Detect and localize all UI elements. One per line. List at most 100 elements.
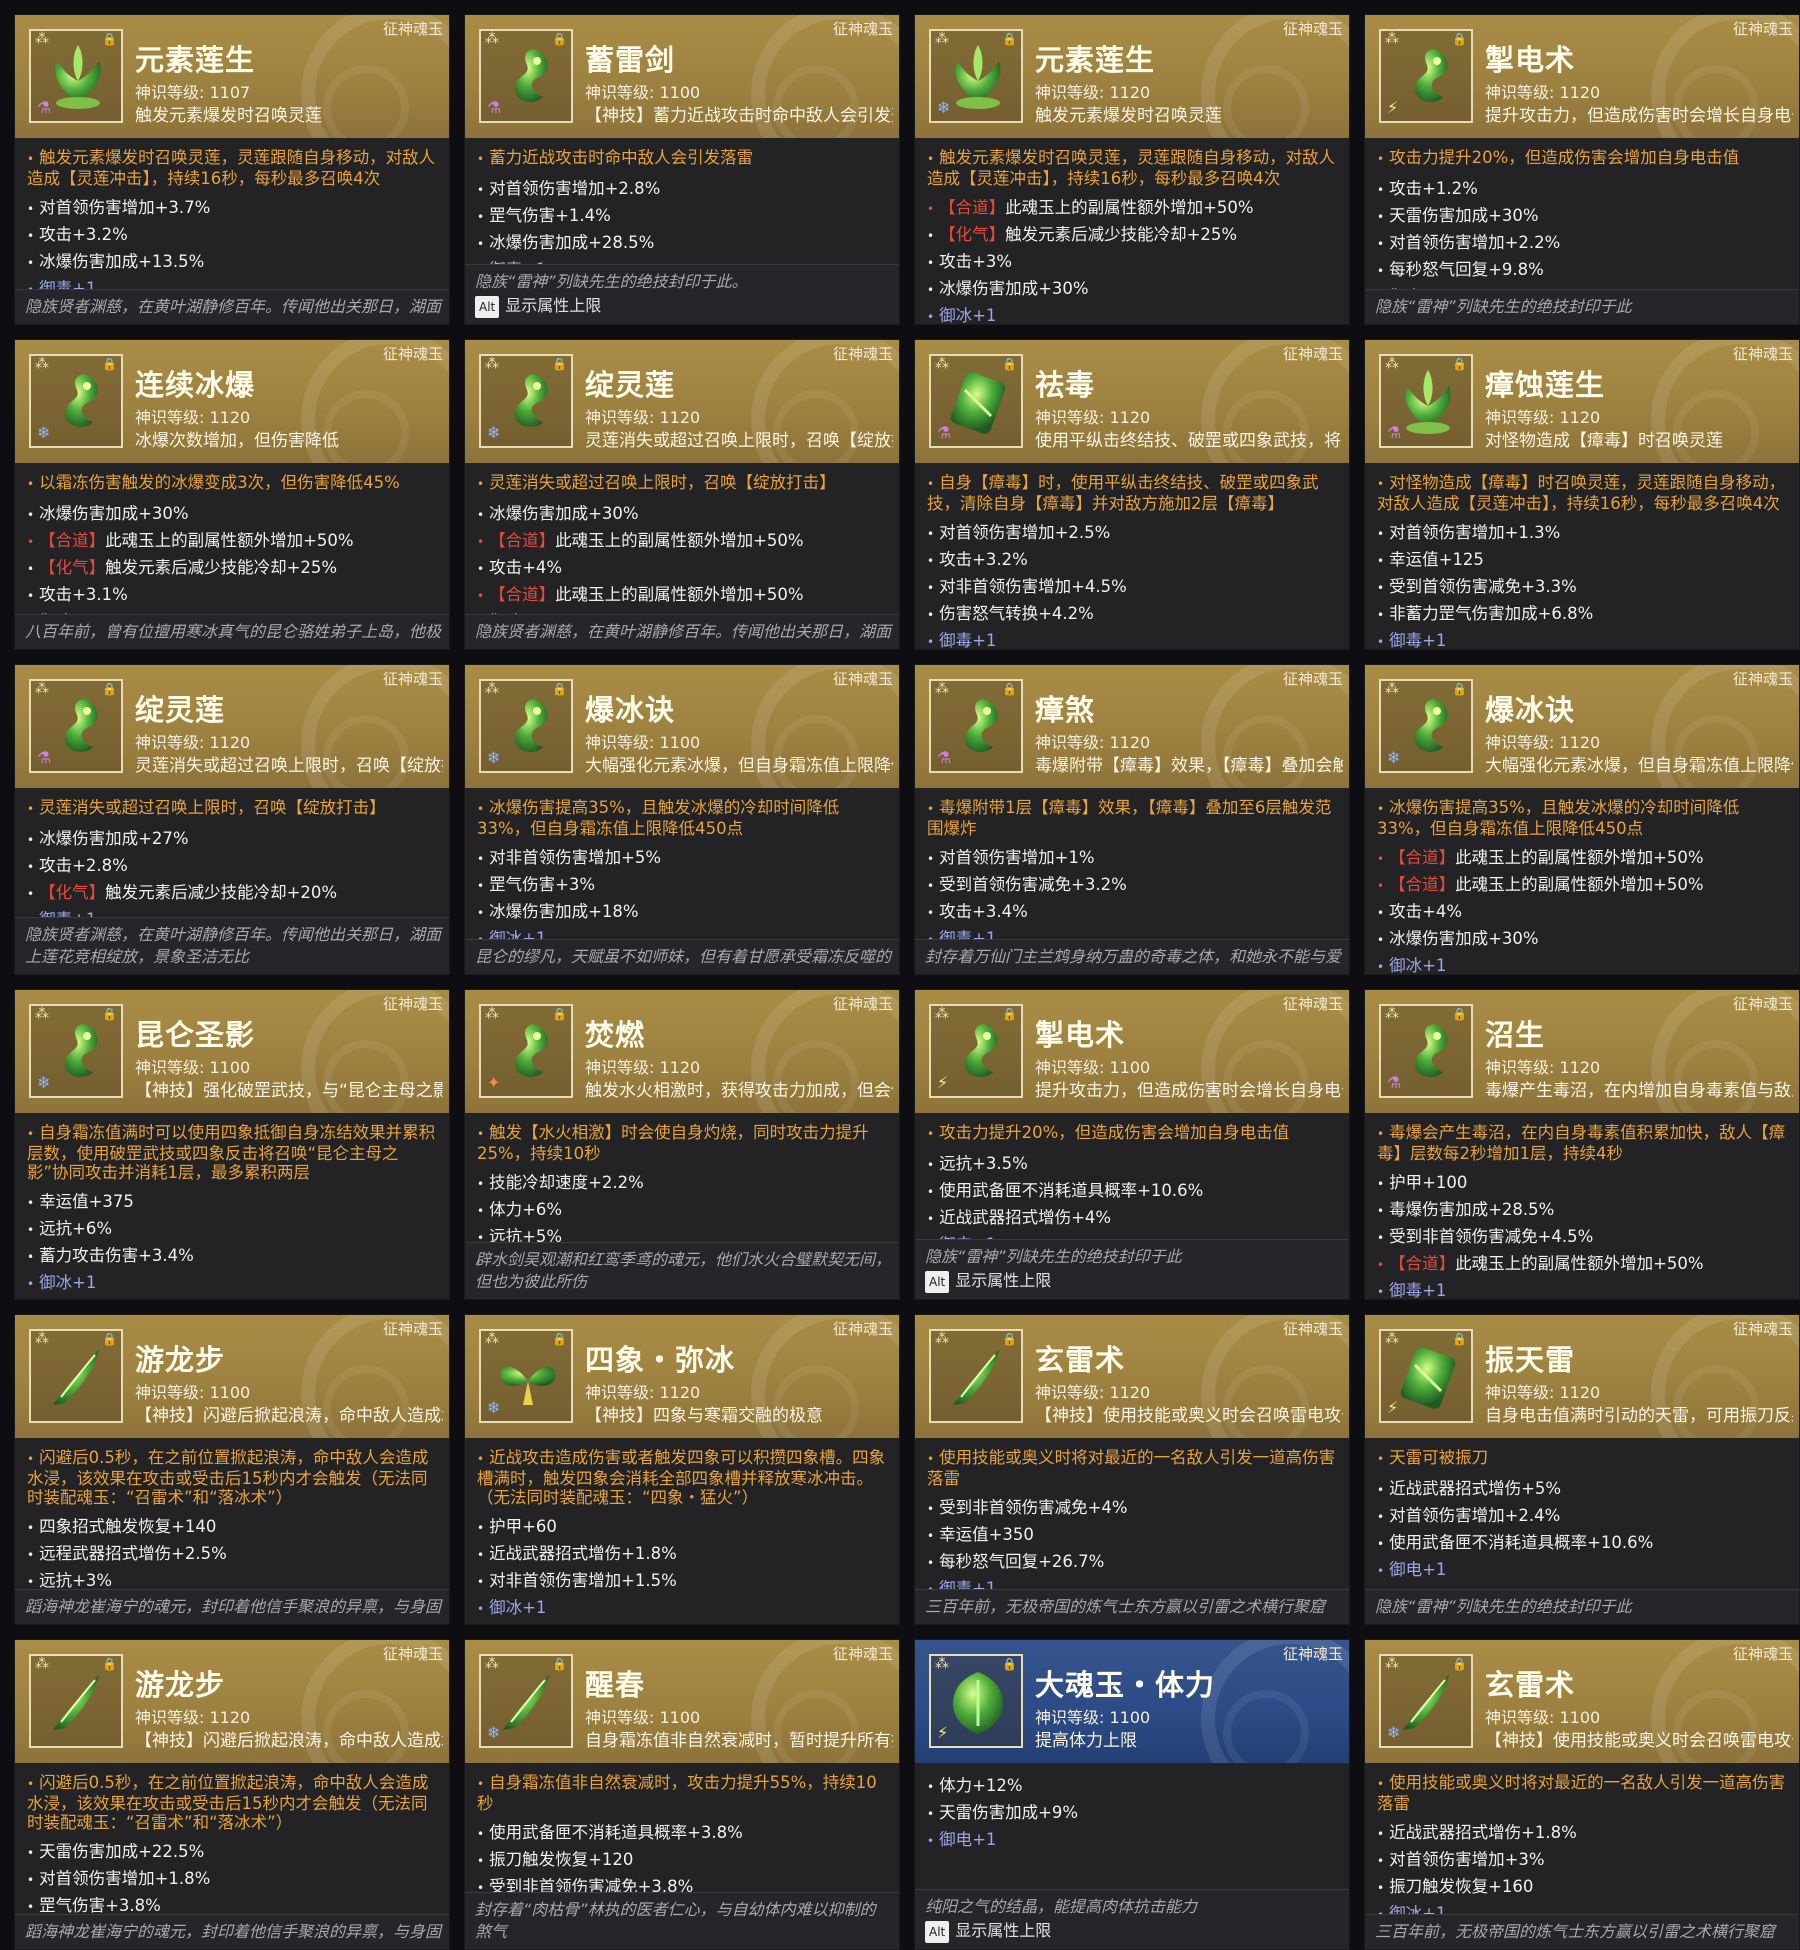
card-header: 征神魂玉 ⁂ 🔒 ❄ 爆冰诀 神识等级: 1100 大幅强化元素冰爆，但自身霜冻值上限降低 — [465, 665, 899, 788]
item-icon-frame[interactable]: ⁂ 🔒 ⚡ — [929, 1654, 1023, 1748]
bullet-icon: • — [477, 562, 485, 576]
thunder-element-icon: ⚡ — [1387, 98, 1399, 117]
main-effect-text: 毒爆附带1层【瘴毒】效果，【瘴毒】叠加至6层触发范围爆炸 — [927, 798, 1332, 838]
stat-text: 对首领伤害增加+1% — [939, 848, 1095, 867]
bullet-icon: • — [477, 477, 485, 491]
lore-text: 但也为彼此所伤 — [475, 1272, 588, 1291]
soul-jade-card[interactable]: 征神魂玉 ⁂ 🔒 ❄ 连续冰爆 神识等级: 1120 冰爆次数增加，但伤害降低 • 以霜冻伤害触… — [14, 339, 450, 650]
item-icon-frame[interactable]: ⁂ 🔒 ⚡ — [1379, 1329, 1473, 1423]
lore-footer: 纯阳之气的结晶，能提高肉体抗击能力 Alt 显示属性上限 — [915, 1889, 1349, 1949]
item-level: 神识等级: 1120 — [585, 1058, 701, 1077]
soul-jade-card[interactable]: 征神魂玉 ⁂ 🔒 ❄ 爆冰诀 神识等级: 1120 大幅强化元素冰爆，但自身霜冻值上限降低 •… — [1364, 664, 1800, 975]
category-tag: 征神魂玉 — [832, 345, 893, 363]
soul-jade-card[interactable]: 征神魂玉 ⁂🔒⚗ 瘴煞神识等级: 1120 毒爆附带【瘴毒】效果，【瘴毒】叠加会触发范… — [914, 664, 1350, 975]
soul-jade-card[interactable]: 征神魂玉 ⁂ 🔒 ❄ 四象・弥冰 神识等级: 1120 【神技】四象与寒霜交融的极意 • 近战攻… — [464, 1314, 900, 1625]
soul-jade-card[interactable]: 征神魂玉 ⁂ 🔒 游龙步 神识等级: 1100 【神技】闪避后掀起浪涛，命中敌人造成水浸 •… — [14, 1314, 450, 1625]
item-level: 神识等级: 1120 — [1485, 408, 1601, 427]
stat-line: • 护甲+60 — [477, 1514, 887, 1541]
card-body: • 灵莲消失或超过召唤上限时，召唤【绽放打击】 • 冰爆伤害加成+30% • 【合道】此魂… — [465, 463, 899, 636]
bullet-icon: • — [1377, 554, 1385, 568]
soul-jade-card[interactable]: 征神魂玉 ⁂🔒 玄雷术神识等级: 1120 【神技】使用技能或奥义时会召唤雷电攻击敌人… — [914, 1314, 1350, 1625]
soul-jade-card[interactable]: 征神魂玉 ⁂ 🔒 ⚡ 掣电术 神识等级: 1100 提升攻击力，但造成伤害时会增长自身电击值… — [914, 989, 1350, 1300]
soul-jade-card[interactable]: 征神魂玉 ⁂🔒⚡ 振天雷神识等级: 1120 自身电击值满时引动的天雷，可用振刀反射出… — [1364, 1314, 1800, 1625]
item-icon-frame[interactable]: ⁂ 🔒 ⚗ — [29, 29, 123, 123]
main-effect-text: 蓄力近战攻击时命中敌人会引发落雷 — [489, 148, 754, 167]
item-icon-frame[interactable]: ⁂ 🔒 ⚗ — [1379, 1004, 1473, 1098]
soul-jade-card[interactable]: 征神魂玉 ⁂🔒❄ 醒春神识等级: 1100 自身霜冻值非自然衰减时，暂时提升所有打击伤… — [464, 1639, 900, 1950]
category-tag: 征神魂玉 — [1732, 1320, 1793, 1338]
item-name: 绽灵莲 — [585, 368, 676, 402]
lore-text: 蹈海神龙崔海宁的魂元，封印着他信手聚浪的异禀，与身固 — [25, 1922, 442, 1941]
stat-text: 振刀触发恢复+160 — [1389, 1877, 1534, 1896]
item-icon-frame[interactable]: ⁂ 🔒 — [29, 1329, 123, 1423]
soul-jade-card[interactable]: 征神魂玉 ⁂ 🔒 ⚡ 大魂玉・体力 神识等级: 1100 提高体力上限 • 体力+12% • 天雷伤… — [914, 1639, 1350, 1950]
bullet-icon: • — [27, 1777, 35, 1791]
soul-jade-card[interactable]: 征神魂玉 ⁂ 🔒 ❄ 元素莲生 神识等级: 1120 触发元素爆发时召唤灵莲 • 触发元素爆发时… — [914, 14, 1350, 325]
item-icon-frame[interactable]: ⁂ 🔒 ✦ — [479, 1004, 573, 1098]
card-body: • 毒爆附带1层【瘴毒】效果，【瘴毒】叠加至6层触发范围爆炸 • 对首领伤害增加+1%… — [915, 788, 1349, 953]
lore-text: 辟水剑吴观潮和红鸾季鸢的魂元，他们水火合璧默契无间， — [475, 1250, 892, 1269]
bullet-icon: • — [477, 1452, 485, 1466]
stat-line: • 对首领伤害增加+2.5% — [927, 520, 1337, 547]
item-icon-frame[interactable]: ⁂ 🔒 ❄ — [479, 1654, 573, 1748]
show-stat-cap-hint[interactable]: Alt 显示属性上限 — [925, 1920, 1339, 1943]
item-icon-frame[interactable]: ⁂ 🔒 ⚗ — [29, 679, 123, 773]
stat-text: 幸运值+350 — [939, 1525, 1034, 1544]
stat-line: • 冰爆伤害加成+28.5% — [477, 230, 887, 257]
stat-text: 此魂玉上的副属性额外增加+50% — [1455, 875, 1704, 894]
item-icon-frame[interactable]: ⁂ 🔒 ❄ — [29, 354, 123, 448]
stat-text: 毒爆伤害加成+28.5% — [1389, 1200, 1555, 1219]
soul-jade-card[interactable]: 征神魂玉 ⁂🔒✦ 焚燃神识等级: 1120 触发水火相激时，获得攻击力加成，但会使自身… — [464, 989, 900, 1300]
item-icon-frame[interactable]: ⁂ 🔒 ⚗ — [929, 354, 1023, 448]
soul-jade-card[interactable]: 征神魂玉 ⁂🔒⚗ 祛毒神识等级: 1120 使用平纵击终结技、破罡或四象武技，将自身【… — [914, 339, 1350, 650]
item-icon-frame[interactable]: ⁂ 🔒 ❄ — [479, 1329, 573, 1423]
soul-jade-card[interactable]: 征神魂玉 ⁂ 🔒 ⚡ 掣电术 神识等级: 1120 提升攻击力，但造成伤害时会增长自身电击值… — [1364, 14, 1800, 325]
show-stat-cap-hint[interactable]: Alt 显示属性上限 — [475, 295, 889, 318]
item-icon-frame[interactable]: ⁂ 🔒 ⚗ — [929, 679, 1023, 773]
card-header: 征神魂玉 ⁂ 🔒 游龙步 神识等级: 1120 【神技】闪避后掀起浪涛，命中敌人造成水浸 — [15, 1640, 449, 1763]
show-stat-cap-hint[interactable]: Alt 显示属性上限 — [925, 1270, 1339, 1293]
category-tag: 征神魂玉 — [1732, 20, 1793, 38]
soul-jade-card[interactable]: 征神魂玉 ⁂ 🔒 ❄ 爆冰诀 神识等级: 1100 大幅强化元素冰爆，但自身霜冻值上限降低 •… — [464, 664, 900, 975]
card-body: • 闪避后0.5秒，在之前位置掀起浪涛，命中敌人会造成水浸，该效果在攻击或受击后1… — [15, 1763, 449, 1920]
item-icon-frame[interactable]: ⁂ 🔒 ❄ — [479, 354, 573, 448]
soul-jade-card[interactable]: 征神魂玉 ⁂ 🔒 ⚗ 蓄雷剑 神识等级: 1100 【神技】蓄力近战攻击时命中敌人会引发落雷… — [464, 14, 900, 325]
bullet-icon: • — [1377, 1827, 1385, 1841]
soul-jade-card[interactable]: 征神魂玉 ⁂ 🔒 ⚗ 瘴蚀莲生 神识等级: 1120 对怪物造成【瘴毒】时召唤灵莲 • 对怪物造… — [1364, 339, 1800, 650]
item-icon-frame[interactable]: ⁂ 🔒 ⚗ — [479, 29, 573, 123]
bullet-icon: • — [1377, 152, 1385, 166]
bullet-icon: • — [477, 1854, 485, 1868]
item-icon-frame[interactable]: ⁂ 🔒 ⚡ — [1379, 29, 1473, 123]
item-icon-frame[interactable]: ⁂ 🔒 ⚗ — [1379, 354, 1473, 448]
soul-jade-card[interactable]: 征神魂玉 ⁂🔒❄ 玄雷术神识等级: 1100 【神技】使用技能或奥义时会召唤雷电攻击敌… — [1364, 1639, 1800, 1950]
soul-jade-card[interactable]: 征神魂玉 ⁂ 🔒 ⚗ 元素莲生 神识等级: 1107 触发元素爆发时召唤灵莲 • 触发元素爆发时… — [14, 14, 450, 325]
stat-line: • 近战武器招式增伤+5% — [1377, 1476, 1787, 1503]
soul-jade-card[interactable]: 征神魂玉 ⁂🔒❄ 绽灵莲神识等级: 1120 灵莲消失或超过召唤上限时，召唤【绽放打击… — [464, 339, 900, 650]
bullet-icon: • — [477, 589, 485, 603]
stat-line: • 天雷伤害加成+22.5% — [27, 1839, 437, 1866]
lore-text: 八百年前，曾有位擅用寒冰真气的昆仑骆姓弟子上岛，他极 — [25, 622, 442, 641]
soul-jade-card[interactable]: 征神魂玉 ⁂🔒⚗ 沼生神识等级: 1120 毒爆产生毒沼，在内增加自身毒素值与敌人【瘴… — [1364, 989, 1800, 1300]
stat-line: • 幸运值+375 — [27, 1189, 437, 1216]
category-tag: 征神魂玉 — [382, 1645, 443, 1663]
item-icon-frame[interactable]: ⁂ 🔒 — [29, 1654, 123, 1748]
item-icon-frame[interactable]: ⁂ 🔒 ❄ — [479, 679, 573, 773]
soul-jade-card[interactable]: 征神魂玉 ⁂🔒❄ 昆仑圣影神识等级: 1100 【神技】强化破罡武技，与“昆仑主母之影… — [14, 989, 450, 1300]
bullet-icon: • — [1377, 635, 1385, 649]
stat-line: • 使用武备匣不消耗道具概率+10.6% — [927, 1178, 1337, 1205]
item-level: 神识等级: 1100 — [1035, 1058, 1151, 1077]
item-icon-frame[interactable]: ⁂ 🔒 ❄ — [1379, 1654, 1473, 1748]
stat-text: 天雷伤害加成+9% — [939, 1803, 1079, 1822]
soul-jade-card[interactable]: 征神魂玉 ⁂ 🔒 游龙步 神识等级: 1120 【神技】闪避后掀起浪涛，命中敌人造成水浸 •… — [14, 1639, 450, 1950]
soul-jade-card[interactable]: 征神魂玉 ⁂🔒⚗ 绽灵莲神识等级: 1120 灵莲消失或超过召唤上限时，召唤【绽放打击… — [14, 664, 450, 975]
item-icon-frame[interactable]: ⁂ 🔒 — [929, 1329, 1023, 1423]
stat-text: 此魂玉上的副属性额外增加+50% — [555, 531, 804, 550]
bullet-icon: • — [1377, 608, 1385, 622]
lore-footer: 隐族“雷神”列缺先生的绝技封印于此。 Alt 显示属性上限 — [465, 264, 899, 324]
item-icon-frame[interactable]: ⁂ 🔒 ❄ — [1379, 679, 1473, 773]
item-icon-frame[interactable]: ⁂ 🔒 ❄ — [929, 29, 1023, 123]
item-level: 神识等级: 1120 — [135, 408, 251, 427]
resistance-line: • 御电+1 — [1377, 1557, 1787, 1584]
item-icon-frame[interactable]: ⁂ 🔒 ⚡ — [929, 1004, 1023, 1098]
item-icon-frame[interactable]: ⁂ 🔒 ❄ — [29, 1004, 123, 1098]
